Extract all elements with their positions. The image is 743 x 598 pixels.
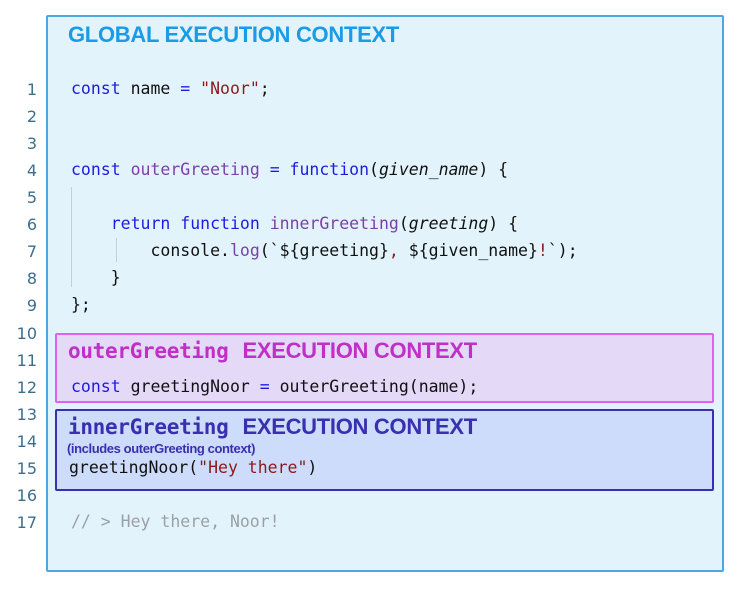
code-line: const outerGreeting = function(given_nam… [71,160,508,179]
code-token: ) { [478,160,509,180]
code-token: given_name [378,160,479,180]
line-number: 13 [16,404,37,424]
code-token: console. [71,241,230,261]
outer-context-label: EXECUTION CONTEXT [242,338,477,363]
code-token: } [71,268,121,288]
code-token: ) { [488,214,519,234]
code-token: name [130,79,181,98]
line-number: 6 [26,215,37,235]
code-token: log [229,241,260,261]
code-token: // > Hey there, Noor! [71,511,280,531]
code-token: innerGreeting [269,214,399,234]
code-line: const name = "Noor"; [71,79,270,98]
code-token: `); [547,241,578,261]
code-token: greetingNoor( [69,457,199,477]
code-token: (`${greeting} [259,241,389,261]
code-token: ( [369,160,379,180]
line-number: 2 [26,107,37,127]
outer-context-title: outerGreeting EXECUTION CONTEXT [68,338,477,364]
code-token: greetingNoor [130,376,260,396]
code-line: console.log(`${greeting}, ${given_name}!… [71,241,578,261]
code-token: = [180,79,201,98]
code-line: greetingNoor("Hey there") [69,458,317,477]
code-token: ; [259,79,270,98]
code-token: , [388,241,409,261]
global-context-title: GLOBAL EXECUTION CONTEXT [68,22,399,47]
code-token: }; [71,295,91,315]
line-number: 14 [16,431,37,451]
code-token: return function [110,214,270,234]
line-number: 11 [16,350,37,370]
code-token: outerGreeting(name); [279,376,479,396]
line-number: 12 [16,377,37,397]
code-token: ${given_name} [408,241,538,261]
code-token: = function [269,160,370,180]
line-number: 5 [26,188,37,208]
line-number: 7 [26,242,37,262]
line-number: 8 [26,269,37,289]
line-number: 17 [16,512,37,532]
inner-context-note: (includes outerGreeting context) [67,441,256,456]
line-number: 9 [26,296,37,316]
inner-context-title: innerGreeting EXECUTION CONTEXT [68,414,477,440]
code-token: ) [307,457,318,477]
code-line: return function innerGreeting(greeting) … [71,214,518,233]
code-token: ( [398,214,409,234]
code-token: const [71,376,131,396]
inner-context-name: innerGreeting [68,415,229,439]
code-token: outerGreeting [130,160,270,180]
code-token: = [259,376,280,396]
code-line: const greetingNoor = outerGreeting(name)… [71,377,478,396]
line-number: 4 [26,161,37,181]
line-number: 3 [26,134,37,154]
line-number: 10 [16,323,37,343]
line-number: 1 [26,80,37,99]
outer-context-name: outerGreeting [68,339,229,363]
code-line: } [71,268,121,287]
code-token: "Hey there" [198,457,308,477]
code-token: const [71,79,131,98]
code-token: greeting [408,214,489,234]
code-token: ! [537,241,548,261]
inner-context-label: EXECUTION CONTEXT [242,414,477,439]
line-number: 16 [16,485,37,505]
code-line: }; [71,295,91,314]
line-number: 15 [16,458,37,478]
code-token: const [71,160,131,180]
code-line: // > Hey there, Noor! [71,512,280,531]
code-token: "Noor" [200,79,260,98]
